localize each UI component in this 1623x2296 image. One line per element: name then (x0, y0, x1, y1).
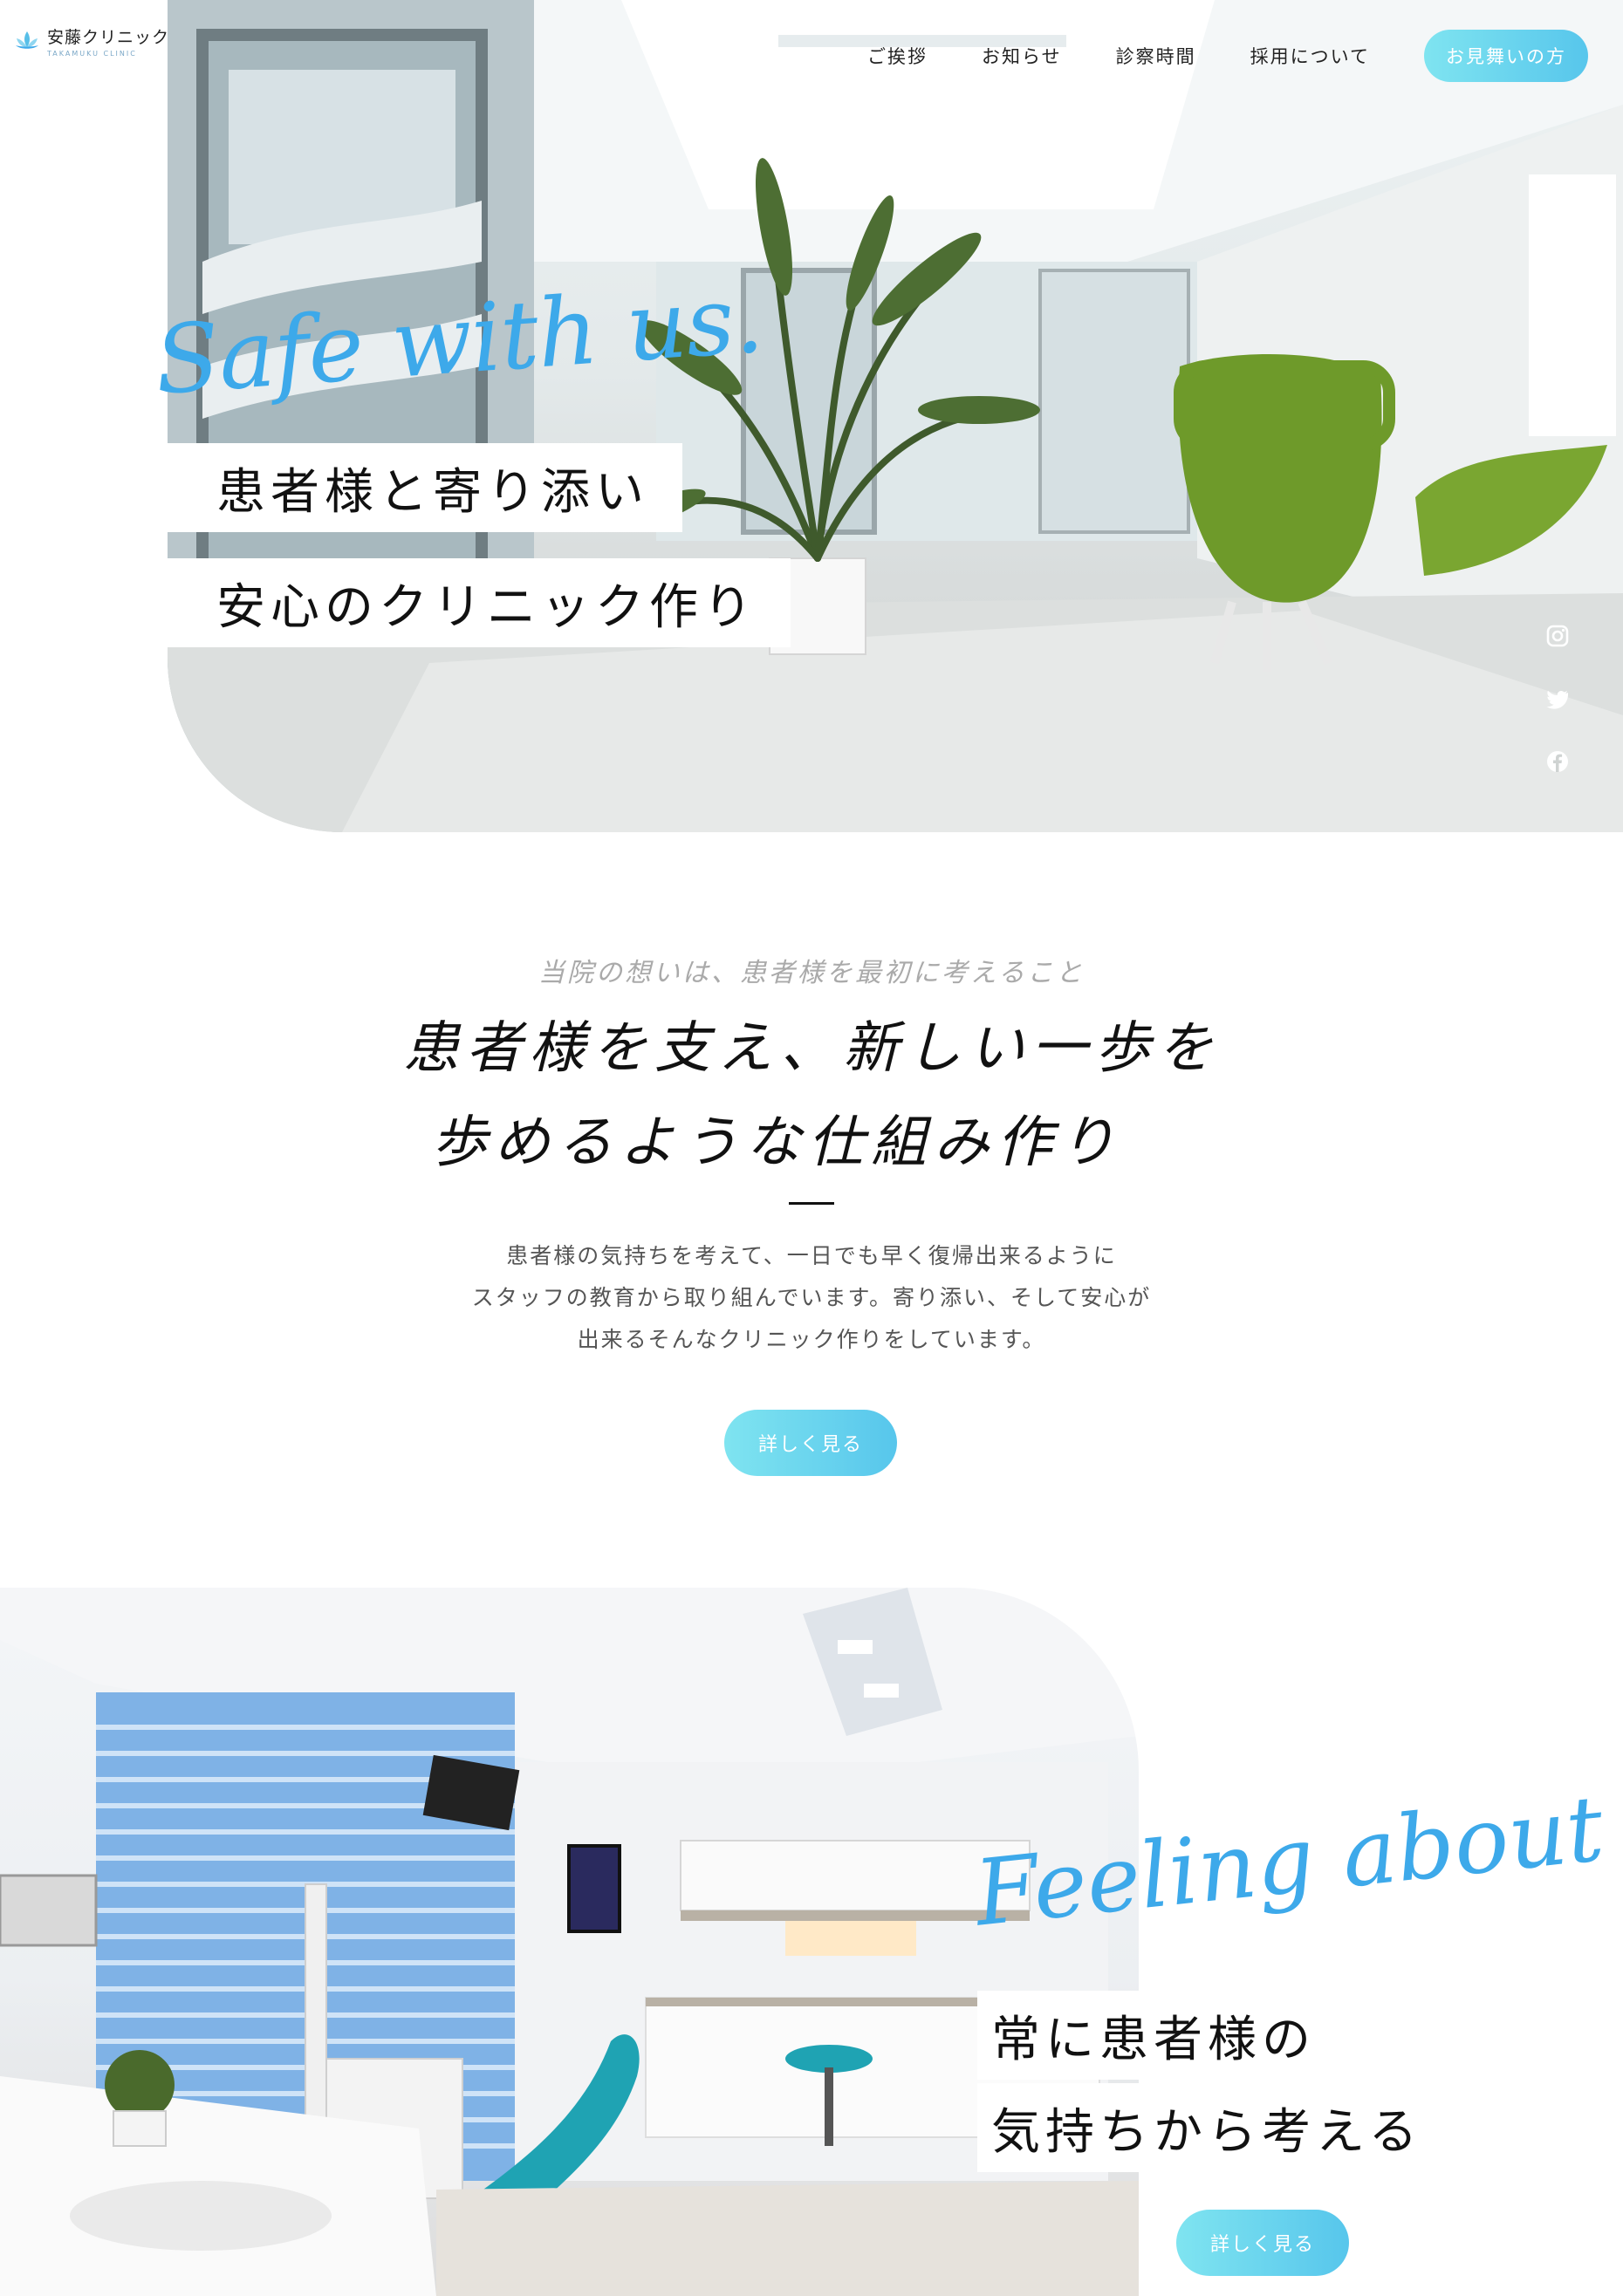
intro-body-line3: 出来るそんなクリニック作りをしています。 (577, 1327, 1046, 1352)
hero-image (168, 0, 1623, 832)
nav-news[interactable]: お知らせ (982, 43, 1062, 69)
logo[interactable]: 安藤クリニック TAKAMUKU CLINIC (14, 24, 169, 58)
intro-more-button[interactable]: 詳しく見る (724, 1410, 897, 1476)
hero-headline-line2: 安心のクリニック作り (168, 558, 791, 647)
feeling-headline-line2: 気持ちから考える (977, 2083, 1441, 2172)
feeling-headline-line1: 常に患者様の (977, 1991, 1333, 2080)
nav-recruit[interactable]: 採用について (1250, 43, 1370, 69)
intro-eyebrow: 当院の想いは、患者様を最初に考えること (538, 958, 1085, 988)
divider (789, 1202, 834, 1205)
nav-hours[interactable]: 診察時間 (1116, 43, 1196, 69)
instagram-icon[interactable] (1544, 623, 1571, 649)
nav-greeting[interactable]: ご挨拶 (867, 43, 928, 69)
facebook-icon[interactable] (1544, 748, 1571, 775)
hero-headline-line1: 患者様と寄り添い (168, 443, 682, 532)
twitter-icon[interactable] (1544, 686, 1571, 712)
main-nav: ご挨拶 お知らせ 診察時間 採用について お見舞いの方 (867, 30, 1588, 82)
treatment-room-image (0, 1588, 1139, 2296)
treatment-room-photo (0, 1588, 1139, 2296)
intro-heading-line1: 患者様を支え、新しい一歩を (403, 1016, 1220, 1081)
logo-subtitle: TAKAMUKU CLINIC (47, 50, 137, 58)
lotus-logo-icon (16, 31, 38, 49)
intro-body-line1: 患者様の気持ちを考えて、一日でも早く復帰出来るように (506, 1243, 1117, 1268)
feeling-more-button[interactable]: 詳しく見る (1176, 2210, 1349, 2276)
lobby-photo (168, 0, 1623, 832)
intro-body-line2: スタッフの教育から取り組んでいます。寄り添い、そして安心が (471, 1285, 1152, 1310)
intro-heading-line2: 歩めるような仕組み作り (431, 1110, 1122, 1175)
logo-title: 安藤クリニック (47, 28, 170, 47)
visitor-button[interactable]: お見舞いの方 (1424, 30, 1588, 82)
